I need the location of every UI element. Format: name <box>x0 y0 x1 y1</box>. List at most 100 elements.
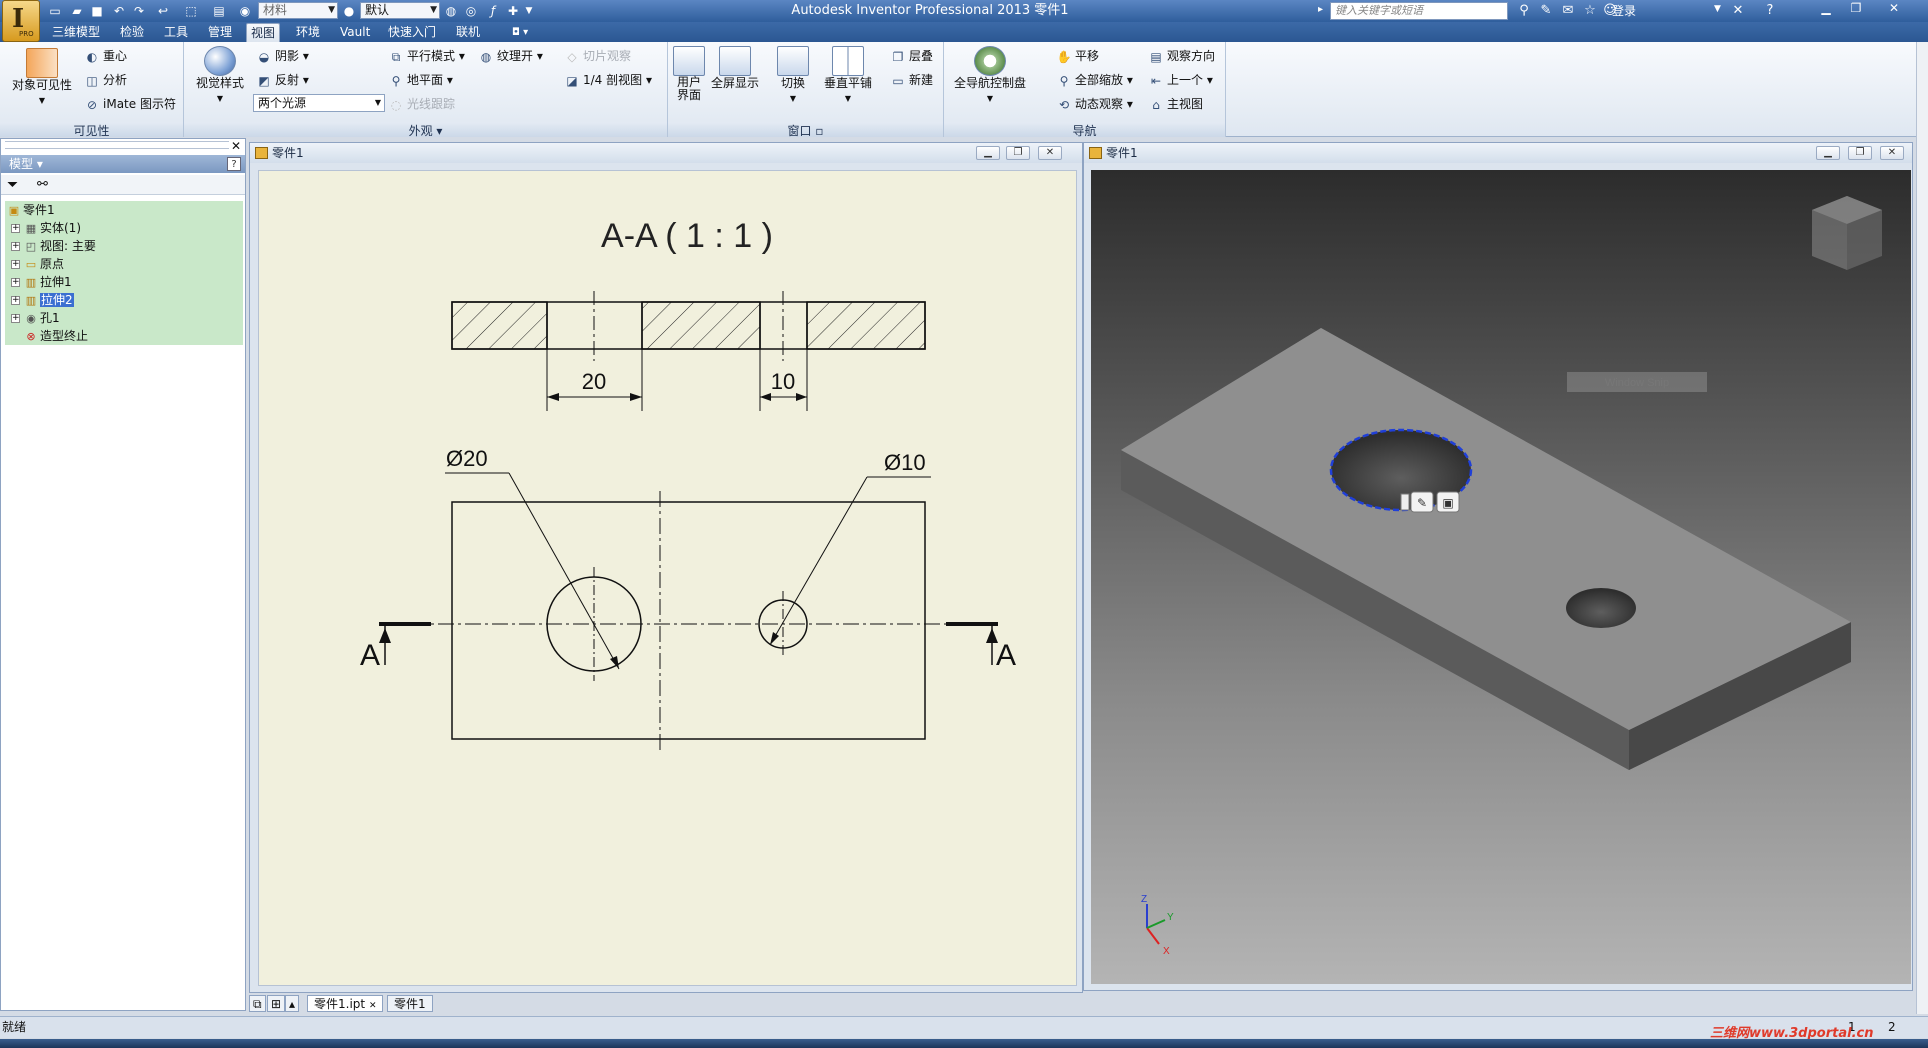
vertical-scrollbar[interactable] <box>1916 42 1928 1014</box>
search-expand-icon[interactable]: ▸ <box>1318 4 1323 15</box>
browser-help-icon[interactable]: ? <box>227 157 241 171</box>
drawing-canvas[interactable]: A-A ( 1 : 1 ) 20 10 Ø20 Ø10 A A <box>258 170 1077 986</box>
dimension-text-20[interactable]: 20 <box>582 369 606 394</box>
tree-node[interactable]: + ▭ 原点 <box>5 255 64 273</box>
plate-model[interactable] <box>1121 328 1851 770</box>
ground-plane-button[interactable]: ⚲ 地平面 ▾ <box>388 72 453 88</box>
properties-icon[interactable]: ◉ <box>236 2 254 20</box>
expand-icon[interactable]: + <box>11 296 20 305</box>
login-link[interactable]: 登录 <box>1612 2 1636 20</box>
pan-button[interactable]: ✋ 平移 <box>1056 48 1100 64</box>
subscription-icon[interactable]: ✉ <box>1558 2 1578 20</box>
return-icon[interactable]: ↩ <box>154 2 172 20</box>
zoom-all-button[interactable]: ⚲ 全部缩放 ▾ <box>1056 72 1133 88</box>
ray-tracing-button[interactable]: ◌ 光线跟踪 <box>388 96 455 112</box>
tree-node[interactable]: + ▥ 拉伸1 <box>5 273 72 291</box>
shadow-button[interactable]: ◒ 阴影 ▾ <box>256 48 309 64</box>
expand-icon[interactable]: + <box>11 224 20 233</box>
user-interface-button[interactable]: 用户界面 <box>672 46 706 102</box>
new-window-button[interactable]: ▭ 新建 <box>890 72 933 88</box>
view-cube[interactable] <box>1812 196 1882 270</box>
tab-manage[interactable]: 管理 <box>204 23 236 42</box>
tree-node[interactable]: ⊗ 造型终止 <box>5 327 88 345</box>
filter-icon[interactable]: ⏷ <box>7 177 18 193</box>
tab-view[interactable]: 视图 <box>246 23 281 42</box>
tree-node[interactable]: + ▥ 拉伸2 <box>5 291 74 309</box>
diameter-text-small[interactable]: Ø10 <box>884 450 926 475</box>
new-file-icon[interactable]: ▭ <box>46 2 64 20</box>
help-icon[interactable]: ? <box>1760 2 1780 20</box>
doc-tab-part[interactable]: 零件1 <box>387 995 433 1012</box>
parallel-mode-button[interactable]: ⧉ 平行模式 ▾ <box>388 48 465 64</box>
update-icon[interactable]: ▤ <box>210 2 228 20</box>
open-file-icon[interactable]: ▰ <box>68 2 86 20</box>
left-window-close-button[interactable]: ✕ <box>1038 146 1062 160</box>
login-dropdown-icon[interactable]: ▼ <box>1714 4 1721 14</box>
texture-on-button[interactable]: ◍ 纹理开 ▾ <box>478 48 543 64</box>
tree-node[interactable]: + ◉ 孔1 <box>5 309 60 327</box>
tab-list-icon[interactable]: ⧉ <box>249 995 266 1012</box>
tab-get-started[interactable]: 快速入门 <box>384 23 440 42</box>
right-window-restore-button[interactable]: ❐ <box>1848 146 1872 160</box>
tab-menu-icon[interactable]: ▴ <box>285 995 300 1012</box>
visual-style-button[interactable]: 视觉样式 ▼ <box>192 46 248 106</box>
favorites-star-icon[interactable]: ☆ <box>1580 2 1600 20</box>
tab-online[interactable]: 联机 <box>452 23 484 42</box>
tab-3d-model[interactable]: 三维模型 <box>48 23 104 42</box>
previous-view-button[interactable]: ⇤ 上一个 ▾ <box>1148 72 1213 88</box>
browser-close-icon[interactable]: ✕ <box>231 139 241 153</box>
expand-icon[interactable]: + <box>11 260 20 269</box>
right-window-minimize-button[interactable]: ▁ <box>1816 146 1840 160</box>
center-of-gravity-button[interactable]: ◐ 重心 <box>84 48 127 64</box>
right-window-close-button[interactable]: ✕ <box>1880 146 1904 160</box>
left-window-restore-button[interactable]: ❐ <box>1006 146 1030 160</box>
restore-button[interactable]: ❐ <box>1842 0 1870 18</box>
home-view-button[interactable]: ⌂ 主视图 <box>1148 96 1203 112</box>
adjust-appearance-icon[interactable]: ◍ <box>442 2 460 20</box>
close-button[interactable]: ✕ <box>1880 0 1908 18</box>
tab-environments[interactable]: 环境 <box>292 23 324 42</box>
function-icon[interactable]: ƒ <box>484 2 502 20</box>
analysis-button[interactable]: ◫ 分析 <box>84 72 127 88</box>
ribbon-options-icon[interactable]: ◘ ▾ <box>508 23 532 42</box>
diameter-text-large[interactable]: Ø20 <box>446 446 488 471</box>
expand-icon[interactable]: + <box>11 242 20 251</box>
quarter-section-button[interactable]: ◪ 1/4 剖视图 ▾ <box>564 72 652 88</box>
tree-root-part[interactable]: ▣ 零件1 <box>5 201 55 219</box>
browser-header[interactable]: 模型 ▾ ? <box>1 155 245 173</box>
hole-small-3d[interactable] <box>1566 588 1636 628</box>
look-at-button[interactable]: ▤ 观察方向 <box>1148 48 1215 64</box>
tree-node[interactable]: + ▦ 实体(1) <box>5 219 81 237</box>
full-screen-button[interactable]: 全屏显示 <box>708 46 762 91</box>
redo-icon[interactable]: ↷ <box>130 2 148 20</box>
minimize-button[interactable]: ▁ <box>1812 0 1840 18</box>
light-source-select[interactable]: 两个光源 ▼ <box>253 94 385 112</box>
expand-icon[interactable]: + <box>11 278 20 287</box>
undo-icon[interactable]: ↶ <box>110 2 128 20</box>
full-navigation-wheel-button[interactable]: 全导航控制盘 ▼ <box>950 46 1030 106</box>
tab-vault[interactable]: Vault <box>336 23 374 42</box>
cascade-button[interactable]: ❐ 层叠 <box>890 48 933 64</box>
graphics-window-3d[interactable]: ✎ ▣ Window Snip Z X Y <box>1091 170 1911 984</box>
left-window-minimize-button[interactable]: ▁ <box>976 146 1000 160</box>
dimension-text-10[interactable]: 10 <box>771 369 795 394</box>
orbit-button[interactable]: ⟲ 动态观察 ▾ <box>1056 96 1133 112</box>
switch-window-button[interactable]: 切换 ▼ <box>772 46 814 106</box>
tile-windows-icon[interactable]: ⊞ <box>267 995 286 1012</box>
slice-graphics-button[interactable]: ◇ 切片观察 <box>564 48 631 64</box>
search-input[interactable]: 键入关键字或短语 <box>1330 2 1508 20</box>
tab-inspect[interactable]: 检验 <box>116 23 148 42</box>
find-binoculars-icon[interactable]: ⚯ <box>37 177 48 192</box>
object-visibility-button[interactable]: 对象可见性 ▼ <box>6 48 78 108</box>
reflection-button[interactable]: ◩ 反射 ▾ <box>256 72 309 88</box>
binoculars-icon[interactable]: ⚲ <box>1514 2 1534 20</box>
doc-tab-close-icon[interactable]: ✕ <box>369 1001 377 1011</box>
material-select[interactable]: 材料 ▼ <box>258 2 338 19</box>
save-icon[interactable]: ■ <box>88 2 106 20</box>
browser-grip[interactable] <box>5 141 229 149</box>
expand-icon[interactable]: + <box>11 314 20 323</box>
tile-vertical-button[interactable]: 垂直平铺 ▼ <box>820 46 876 106</box>
customize-dropdown-icon[interactable]: ▼ <box>520 2 538 20</box>
app-menu-button[interactable]: I PRO <box>2 0 40 42</box>
appearance-select[interactable]: 默认 ▼ <box>360 2 440 19</box>
